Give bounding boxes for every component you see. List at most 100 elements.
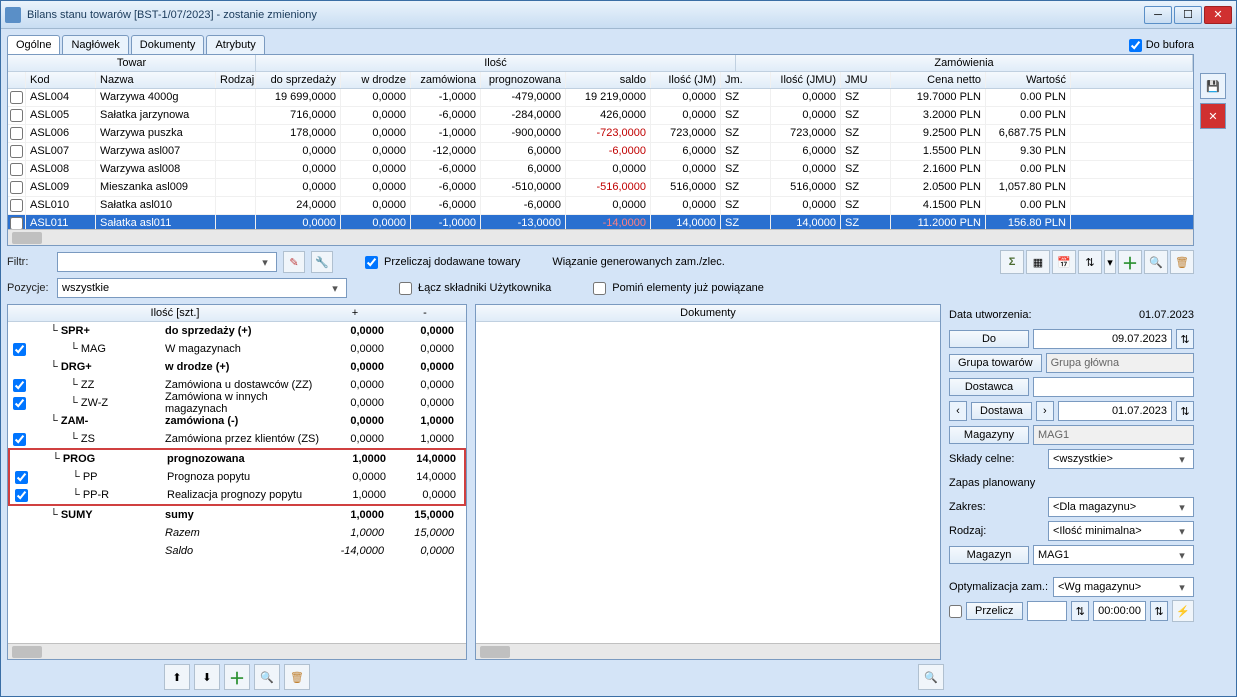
lacz-checkbox[interactable] [399,282,412,295]
row-checkbox[interactable] [10,163,23,176]
tree-row[interactable]: └ PP Prognoza popytu0,000014,0000 [10,468,464,486]
col-iloscjmu[interactable]: Ilość (JMU) [771,72,841,88]
search-tree-button[interactable]: 🔍 [254,664,280,690]
przelicz-num[interactable] [1027,601,1068,621]
maximize-button[interactable]: ☐ [1174,6,1202,24]
opt-combo[interactable]: <Wg magazynu>▾ [1053,577,1194,597]
col-jmu[interactable]: JMU [841,72,891,88]
tree-row[interactable]: └ DRG+ w drodze (+)0,00000,0000 [8,358,466,376]
sklady-combo[interactable]: <wszystkie>▾ [1048,449,1194,469]
tree-row[interactable]: └ ZAM- zamówiona (-)0,00001,0000 [8,412,466,430]
do-date-input[interactable]: 09.07.2023 [1033,329,1172,349]
sigma-button[interactable]: Σ [1000,250,1024,274]
dostawa-button[interactable]: Dostawa [971,402,1032,420]
row-checkbox[interactable] [10,199,23,212]
dostawa-spinner[interactable]: ⇅ [1176,401,1194,421]
table-row[interactable]: ASL007Warzywa asl007 0,00000,0000-12,000… [8,143,1193,161]
col-saldo[interactable]: saldo [566,72,651,88]
col-wartosc[interactable]: Wartość [986,72,1071,88]
pomin-checkbox[interactable] [593,282,606,295]
tree-row[interactable]: └ SPR+ do sprzedaży (+)0,00000,0000 [8,322,466,340]
delete-button[interactable]: 🗑 [1170,250,1194,274]
tree-row[interactable]: Razem1,000015,0000 [8,524,466,542]
col-nazwa[interactable]: Nazwa [96,72,216,88]
tree-row[interactable]: Saldo-14,00000,0000 [8,542,466,560]
filter-edit-button[interactable]: ✎ [283,251,305,273]
col-zamowiona[interactable]: zamówiona [411,72,481,88]
tab-atrybuty[interactable]: Atrybuty [206,35,264,55]
row-checkbox[interactable] [10,145,23,158]
docs-search-button[interactable]: 🔍 [918,664,944,690]
row-checkbox[interactable] [10,127,23,140]
export-button[interactable]: ⬆ [164,664,190,690]
tree-row[interactable]: └ ZS Zamówiona przez klientów (ZS)0,0000… [8,430,466,448]
do-button[interactable]: Do [949,330,1029,348]
col-rodzaj[interactable]: Rodzaj [216,72,256,88]
dostawa-prev[interactable]: ‹ [949,401,967,421]
magazyn-button[interactable]: Magazyn [949,546,1029,564]
table-row[interactable]: ASL004Warzywa 4000g 19 699,00000,0000-1,… [8,89,1193,107]
dostawca-button[interactable]: Dostawca [949,378,1029,396]
docs-hscroll[interactable] [476,643,940,659]
magazyny-button[interactable]: Magazyny [949,426,1029,444]
table-row[interactable]: ASL008Warzywa asl008 0,00000,0000-6,0000… [8,161,1193,179]
tab-naglowek[interactable]: Nagłówek [62,35,128,55]
tab-ogolne[interactable]: Ogólne [7,35,60,55]
time-input[interactable]: 00:00:00 [1093,601,1146,621]
col-wdrodze[interactable]: w drodze [341,72,411,88]
table-row[interactable]: ASL005Sałatka jarzynowa 716,00000,0000-6… [8,107,1193,125]
add-button[interactable]: ＋ [1118,250,1142,274]
grid-tool1-button[interactable]: ▦ [1026,250,1050,274]
calendar-button[interactable]: 📅 [1052,250,1076,274]
rodzaj-combo[interactable]: <Ilość minimalna>▾ [1048,521,1194,541]
tab-dokumenty[interactable]: Dokumenty [131,35,205,55]
pozycje-combo[interactable]: wszystkie ▾ [57,278,347,298]
tree-row[interactable]: └ MAG W magazynach0,00000,0000 [8,340,466,358]
tree-row[interactable]: └ SUMY sumy1,000015,0000 [8,506,466,524]
row-checkbox[interactable] [10,91,23,104]
tree-row[interactable]: └ ZW-Z Zamówiona w innych magazynach0,00… [8,394,466,412]
dostawa-next[interactable]: › [1036,401,1054,421]
lightning-icon[interactable]: ⚡ [1172,600,1194,622]
col-kod[interactable]: Kod [26,72,96,88]
col-jm[interactable]: Jm. [721,72,771,88]
grupa-button[interactable]: Grupa towarów [949,354,1042,372]
time-spinner[interactable]: ⇅ [1150,601,1168,621]
col-prognozowana[interactable]: prognozowana [481,72,566,88]
dostawa-date[interactable]: 01.07.2023 [1058,401,1172,421]
table-row[interactable]: ASL010Sałatka asl010 24,00000,0000-6,000… [8,197,1193,215]
cancel-side-button[interactable]: ✕ [1200,103,1226,129]
col-cena[interactable]: Cena netto [891,72,986,88]
zakres-combo[interactable]: <Dla magazynu>▾ [1048,497,1194,517]
row-checkbox[interactable] [10,217,23,229]
table-row[interactable]: ASL011Sałatka asl011 0,00000,0000-1,0000… [8,215,1193,229]
filter-apply-button[interactable]: 🔧 [311,251,333,273]
do-spinner[interactable]: ⇅ [1176,329,1194,349]
row-checkbox[interactable] [10,181,23,194]
filter-combo[interactable]: ▾ [57,252,277,272]
close-button[interactable]: ✕ [1204,6,1232,24]
row-checkbox[interactable] [10,109,23,122]
tree-row[interactable]: └ PROG prognozowana1,000014,0000 [10,450,464,468]
grid-hscroll[interactable] [8,229,1193,245]
table-row[interactable]: ASL009Mieszanka asl009 0,00000,0000-6,00… [8,179,1193,197]
przelicz-button[interactable]: Przelicz [966,602,1023,620]
przelicz-spinner[interactable]: ⇅ [1071,601,1089,621]
col-iloscjm[interactable]: Ilość (JM) [651,72,721,88]
search-button[interactable]: 🔍 [1144,250,1168,274]
add-row-button[interactable]: ＋ [224,664,250,690]
col-dosprz[interactable]: do sprzedaży [256,72,341,88]
tree-hscroll[interactable] [8,643,466,659]
save-side-button[interactable]: 💾 [1200,73,1226,99]
sort-button[interactable]: ⇅ [1078,250,1102,274]
do-bufora-checkbox[interactable] [1129,39,1142,52]
przeliczaj-checkbox[interactable] [365,256,378,269]
delete-row-button[interactable]: 🗑 [284,664,310,690]
dostawca-input[interactable] [1033,377,1194,397]
dropdown-arrow-button[interactable]: ▾ [1104,250,1116,274]
przelicz-checkbox[interactable] [949,605,962,618]
import-button[interactable]: ⬇ [194,664,220,690]
tree-row[interactable]: └ PP-R Realizacja prognozy popytu1,00000… [10,486,464,504]
magazyn-combo[interactable]: MAG1▾ [1033,545,1194,565]
minimize-button[interactable]: ─ [1144,6,1172,24]
